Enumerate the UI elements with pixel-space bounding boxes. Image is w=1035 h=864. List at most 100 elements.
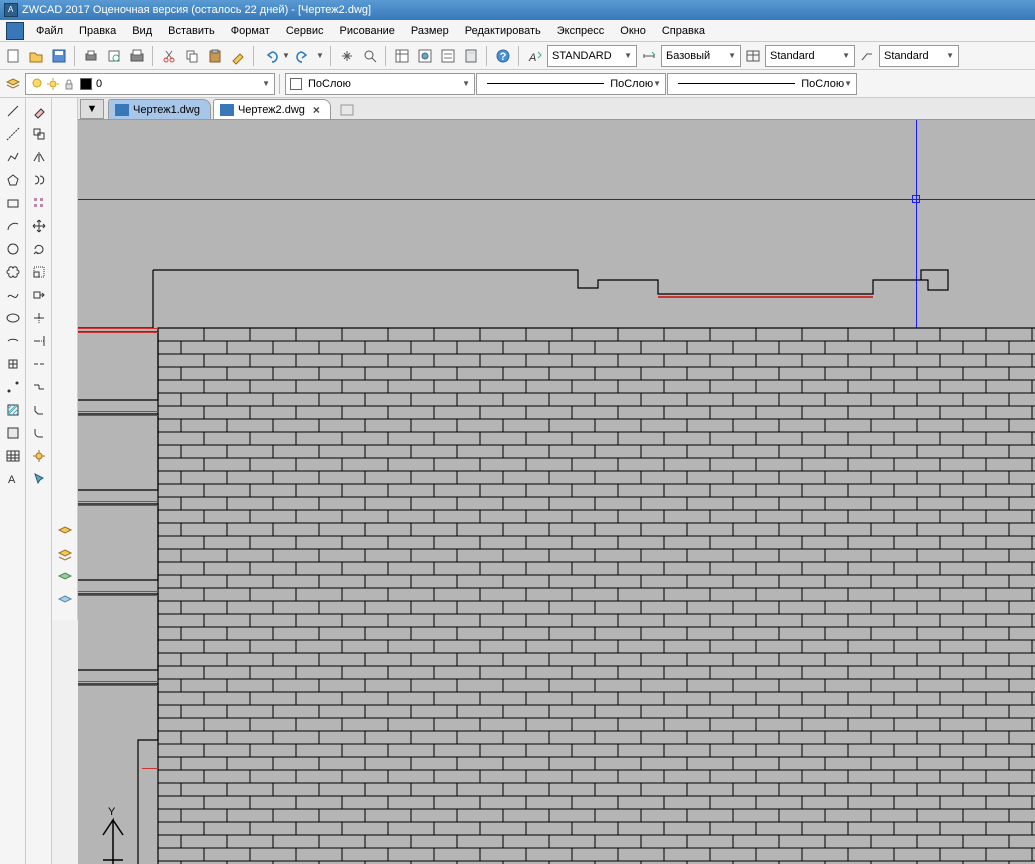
offset-tool[interactable] [28,169,50,191]
copy-tool[interactable] [28,123,50,145]
ellipse-arc-tool[interactable] [2,330,24,352]
color-value: ПоСлою [308,78,351,90]
menu-вставить[interactable]: Вставить [160,22,223,40]
text-style-combo[interactable]: STANDARD▼ [547,45,637,67]
layer-isolate-tool[interactable] [54,567,76,589]
print-preview-button[interactable] [103,45,125,67]
move-tool[interactable] [28,215,50,237]
publish-button[interactable] [126,45,148,67]
construction-line-tool[interactable] [2,123,24,145]
hatch-tool[interactable] [2,399,24,421]
join-tool[interactable] [28,376,50,398]
layer-manager-button[interactable] [2,73,24,95]
polygon-tool[interactable] [2,169,24,191]
copy-button[interactable] [181,45,203,67]
table-style-icon[interactable] [742,45,764,67]
app-menu-icon[interactable] [6,22,24,40]
insert-block-tool[interactable] [2,353,24,375]
explode-tool[interactable] [28,445,50,467]
zoom-realtime-button[interactable] [359,45,381,67]
layer-combo[interactable]: 0 ▼ [25,73,275,95]
ucs-icon: Y [83,790,213,864]
chamfer-tool[interactable] [28,399,50,421]
point-tool[interactable] [2,376,24,398]
menu-правка[interactable]: Правка [71,22,124,40]
standard-toolbar: ▼ ▼ ? A STANDARD▼ Базовый▼ Standard▼ Sta… [0,42,1035,70]
help-button[interactable]: ? [492,45,514,67]
ellipse-tool[interactable] [2,307,24,329]
menu-сервис[interactable]: Сервис [278,22,332,40]
menu-экспресс[interactable]: Экспресс [549,22,613,40]
menu-формат[interactable]: Формат [223,22,278,40]
save-button[interactable] [48,45,70,67]
calculator-button[interactable] [460,45,482,67]
canvas[interactable]: Y [78,120,1035,864]
layer-freeze-tool[interactable] [54,590,76,612]
dimension-style-combo[interactable]: Базовый▼ [661,45,741,67]
text-style-value: STANDARD [552,50,612,62]
close-tab-icon[interactable]: × [313,103,320,117]
undo-dropdown[interactable]: ▼ [282,51,292,60]
drawing-red-line-opening [658,296,873,298]
extend-tool[interactable] [28,330,50,352]
new-button[interactable] [2,45,24,67]
redo-button[interactable] [293,45,315,67]
menu-редактировать[interactable]: Редактировать [457,22,549,40]
redo-dropdown[interactable]: ▼ [316,51,326,60]
sun-icon [46,77,60,91]
menu-размер[interactable]: Размер [403,22,457,40]
menu-файл[interactable]: Файл [28,22,71,40]
arc-tool[interactable] [2,215,24,237]
tool-palettes-button[interactable] [437,45,459,67]
make-current-tool[interactable] [54,521,76,543]
document-tab-0[interactable]: Чертеж1.dwg [108,99,211,119]
menu-вид[interactable]: Вид [124,22,160,40]
new-tab-button[interactable] [337,101,357,119]
properties-button[interactable] [391,45,413,67]
table-style-combo[interactable]: Standard▼ [765,45,855,67]
revcloud-tool[interactable] [2,261,24,283]
menu-окно[interactable]: Окно [612,22,654,40]
document-tab-1[interactable]: Чертеж2.dwg× [213,99,331,119]
text-style-icon[interactable]: A [524,45,546,67]
select-tool[interactable] [28,468,50,490]
mtext-tool[interactable]: A [2,468,24,490]
polyline-tool[interactable] [2,146,24,168]
svg-text:A: A [528,52,536,64]
spline-tool[interactable] [2,284,24,306]
layer-previous-tool[interactable] [54,544,76,566]
region-tool[interactable] [2,422,24,444]
mleader-style-combo[interactable]: Standard▼ [879,45,959,67]
mleader-style-icon[interactable] [856,45,878,67]
line-tool[interactable] [2,100,24,122]
color-combo[interactable]: ПоСлою ▼ [285,73,475,95]
trim-tool[interactable] [28,307,50,329]
brick-hatch [158,328,1035,864]
break-tool[interactable] [28,353,50,375]
erase-tool[interactable] [28,100,50,122]
lineweight-combo[interactable]: ПоСлою ▼ [667,73,857,95]
table-tool[interactable] [2,445,24,467]
pan-button[interactable] [336,45,358,67]
circle-tool[interactable] [2,238,24,260]
design-center-button[interactable] [414,45,436,67]
tab-list-dropdown[interactable]: ▼ [80,99,104,119]
rotate-tool[interactable] [28,238,50,260]
array-tool[interactable] [28,192,50,214]
match-properties-button[interactable] [227,45,249,67]
linetype-combo[interactable]: ПоСлою ▼ [476,73,666,95]
rectangle-tool[interactable] [2,192,24,214]
menu-справка[interactable]: Справка [654,22,713,40]
dim-style-icon[interactable] [638,45,660,67]
mirror-tool[interactable] [28,146,50,168]
open-button[interactable] [25,45,47,67]
paste-button[interactable] [204,45,226,67]
cursor-pickbox [912,195,920,203]
fillet-tool[interactable] [28,422,50,444]
print-button[interactable] [80,45,102,67]
scale-tool[interactable] [28,261,50,283]
undo-button[interactable] [259,45,281,67]
stretch-tool[interactable] [28,284,50,306]
menu-рисование[interactable]: Рисование [332,22,403,40]
cut-button[interactable] [158,45,180,67]
